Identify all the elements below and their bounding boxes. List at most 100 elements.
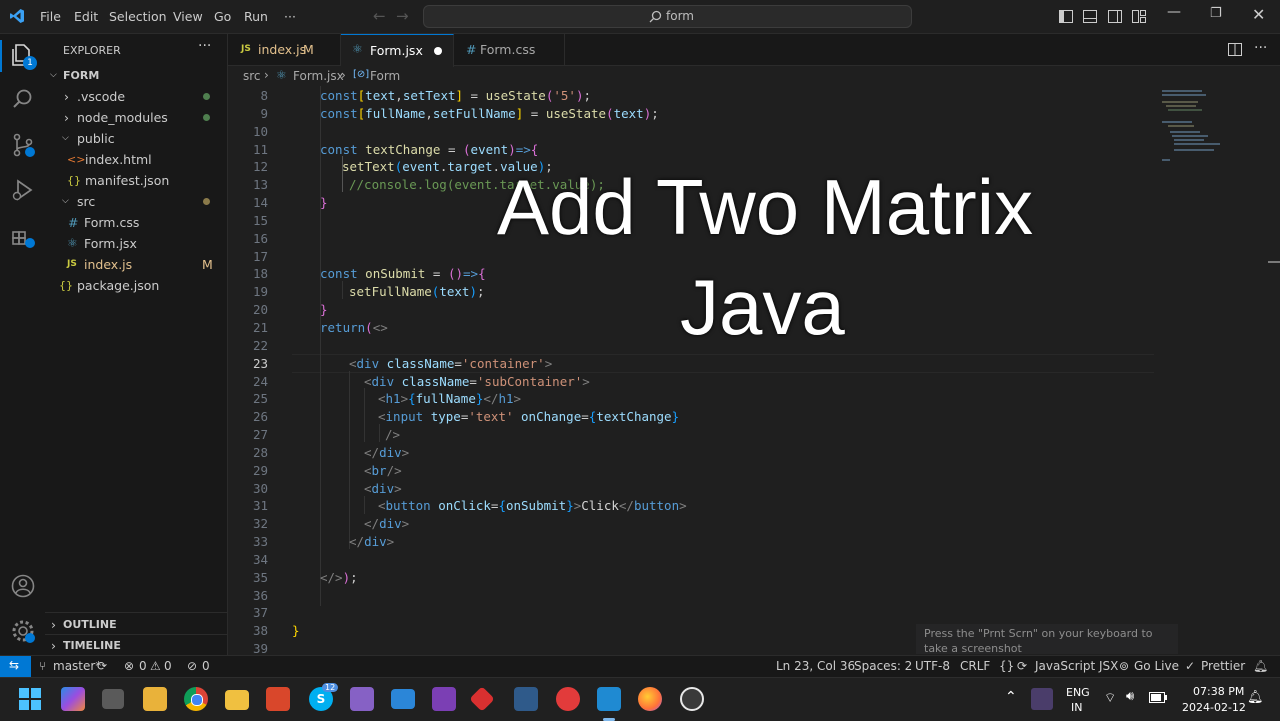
chevron-right-icon: › <box>64 110 69 125</box>
more-actions-icon[interactable]: ··· <box>198 38 211 54</box>
braces-icon[interactable]: {} <box>999 659 1014 673</box>
line-number: 39 <box>252 641 268 655</box>
extensions-icon[interactable] <box>10 223 36 249</box>
menu-file[interactable]: File <box>40 9 61 24</box>
outline-section[interactable]: › OUTLINE <box>45 614 227 635</box>
visual-studio-preview-icon[interactable] <box>350 687 374 711</box>
code-line: </div> <box>349 534 395 549</box>
tree-item-form-jsx[interactable]: ⚛ Form.jsx <box>45 233 227 254</box>
breadcrumb-symbol[interactable]: Form <box>370 69 400 83</box>
customize-layout-icon[interactable] <box>1132 10 1146 23</box>
account-icon[interactable] <box>10 573 36 599</box>
battery-icon[interactable] <box>1149 692 1167 703</box>
code-line: <h1>{fullName}</h1> <box>378 391 522 406</box>
menu-edit[interactable]: Edit <box>74 9 98 24</box>
widgets-icon[interactable] <box>143 687 167 711</box>
search-icon[interactable] <box>10 87 36 113</box>
wifi-icon[interactable]: ⌔ <box>1104 690 1116 706</box>
restore-icon[interactable]: ❐ <box>1210 6 1222 21</box>
chevron-up-icon[interactable]: ⌃ <box>1005 689 1017 705</box>
code-line: const onSubmit = ()=>{ <box>320 266 486 281</box>
ports-count[interactable]: 0 <box>202 659 210 673</box>
forward-arrow-icon[interactable]: → <box>396 7 409 25</box>
task-view-icon[interactable] <box>102 689 124 709</box>
menu-go[interactable]: Go <box>214 9 231 24</box>
remote-indicator[interactable]: ⇆ <box>0 656 31 677</box>
tree-item-index-js[interactable]: JS index.js M <box>45 254 227 275</box>
tree-item-package-json[interactable]: {} package.json <box>45 275 227 296</box>
volume-icon[interactable]: 🔊︎ <box>1126 689 1134 704</box>
project-root[interactable]: ⌵ FORM <box>45 65 227 86</box>
close-icon[interactable]: ✕ <box>1252 5 1265 24</box>
language-indicator[interactable]: ENG <box>1066 686 1090 699</box>
git-branch[interactable]: master* <box>53 659 101 673</box>
tree-item-label: manifest.json <box>85 173 170 188</box>
breadcrumb-file[interactable]: Form.jsx <box>293 69 344 83</box>
vscode-taskbar-icon[interactable] <box>597 687 621 711</box>
chrome-icon[interactable] <box>184 687 208 711</box>
copilot-icon[interactable] <box>61 687 85 711</box>
firefox-icon[interactable] <box>638 687 662 711</box>
indentation[interactable]: Spaces: 2 <box>854 659 912 673</box>
warning-count[interactable]: 0 <box>164 659 172 673</box>
settings-gear-icon[interactable] <box>10 618 36 644</box>
cursor-position[interactable]: Ln 23, Col 36 <box>776 659 855 673</box>
tab-index-js[interactable]: JS index.js M <box>228 34 341 65</box>
file-explorer-icon[interactable] <box>225 690 249 710</box>
tab-form-css[interactable]: # Form.css <box>454 34 565 65</box>
toggle-primary-sidebar-icon[interactable] <box>1059 10 1073 23</box>
error-count[interactable]: 0 <box>139 659 147 673</box>
unsaved-dot-icon[interactable] <box>434 47 442 55</box>
source-control-icon[interactable] <box>10 132 36 158</box>
minimap[interactable] <box>1160 86 1220 166</box>
split-editor-icon[interactable] <box>1228 43 1242 56</box>
more-actions-icon[interactable]: ··· <box>1254 40 1267 56</box>
tree-item-vscode[interactable]: › .vscode <box>45 86 227 107</box>
tab-form-jsx[interactable]: ⚛ Form.jsx <box>341 34 454 67</box>
clock-date[interactable]: 2024-02-12 <box>1182 701 1246 714</box>
game-app-icon[interactable] <box>556 687 580 711</box>
toggle-panel-icon[interactable] <box>1083 10 1097 23</box>
timeline-section[interactable]: › TIMELINE <box>45 635 227 656</box>
menu-view[interactable]: View <box>173 9 203 24</box>
language-mode[interactable]: JavaScript JSX <box>1035 659 1118 673</box>
prettier-button[interactable]: Prettier <box>1201 659 1245 673</box>
toggle-secondary-sidebar-icon[interactable] <box>1108 10 1122 23</box>
visual-studio-icon[interactable] <box>432 687 456 711</box>
line-number: 25 <box>252 391 268 406</box>
command-center-search[interactable]: form <box>423 5 912 28</box>
tree-item-index-html[interactable]: <> index.html <box>45 149 227 170</box>
git-app-icon[interactable] <box>469 686 495 712</box>
html-file-icon: <> <box>67 153 86 166</box>
menu-selection[interactable]: Selection <box>109 9 167 24</box>
run-debug-icon[interactable] <box>10 177 36 203</box>
end-of-line[interactable]: CRLF <box>960 659 990 673</box>
tree-item-node-modules[interactable]: › node_modules <box>45 107 227 128</box>
notification-bell-icon[interactable]: 🔔︎ <box>1247 690 1264 705</box>
tree-item-manifest-json[interactable]: {} manifest.json <box>45 170 227 191</box>
tree-item-form-css[interactable]: # Form.css <box>45 212 227 233</box>
breadcrumb-src[interactable]: src <box>243 69 261 83</box>
obs-icon[interactable] <box>680 687 704 711</box>
mysql-workbench-icon[interactable] <box>514 687 538 711</box>
tree-item-public[interactable]: ⌵ public <box>45 128 227 149</box>
back-arrow-icon[interactable]: ← <box>373 7 386 25</box>
keyboard-layout[interactable]: IN <box>1071 701 1082 714</box>
sync-icon[interactable]: ⟳ <box>97 659 107 673</box>
go-live-button[interactable]: Go Live <box>1134 659 1179 673</box>
warning-icon: ⚠ <box>150 659 161 673</box>
minimize-icon[interactable]: — <box>1167 4 1181 20</box>
windows-start-icon[interactable] <box>19 688 41 710</box>
pen-app-icon[interactable] <box>1031 688 1053 710</box>
line-number: 35 <box>252 570 268 585</box>
menu-more[interactable]: ··· <box>284 9 296 24</box>
store-icon[interactable] <box>391 689 415 709</box>
bell-icon[interactable]: 🔔︎ <box>1253 659 1268 673</box>
encoding[interactable]: UTF-8 <box>915 659 950 673</box>
line-number-current: 23 <box>252 356 268 371</box>
tree-item-src[interactable]: ⌵ src <box>45 191 227 212</box>
brave-icon[interactable] <box>266 687 290 711</box>
line-number: 37 <box>252 605 268 620</box>
menu-run[interactable]: Run <box>244 9 268 24</box>
clock-time[interactable]: 07:38 PM <box>1193 685 1244 698</box>
